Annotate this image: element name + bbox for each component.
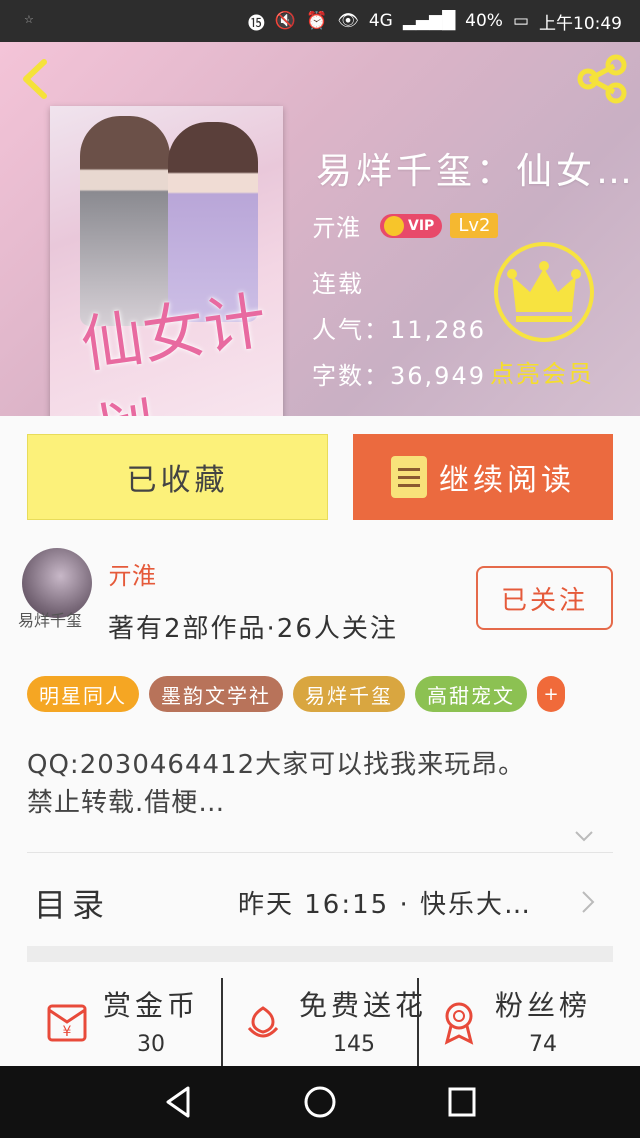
flower-icon — [247, 1006, 279, 1038]
tag-item[interactable]: 明星同人 — [27, 676, 139, 712]
word-count-label: 字数： — [312, 362, 390, 390]
stats-bar: ¥ 赏金币 30 免费送花 145 粉丝榜 74 — [27, 978, 613, 1066]
stat-label: 免费送花 — [299, 989, 428, 1022]
vip-promo-label[interactable]: 点亮会员 — [490, 354, 594, 389]
author-name[interactable]: 亓淮 — [312, 208, 360, 243]
toc-label: 目录 — [34, 886, 111, 924]
vip-promo-button[interactable] — [494, 242, 594, 342]
tag-item[interactable]: 易烊千玺 — [293, 676, 405, 712]
medal-icon — [444, 1002, 474, 1045]
serial-status: 连载 — [312, 270, 364, 298]
word-count-line: 字数：36,949 — [312, 356, 486, 391]
free-flower-stat[interactable]: 免费送花 145 — [221, 978, 423, 1066]
status-bar: ☆ ⓯ 🔇 ⏰ 👁 4G ▂▄▆█ 40% ▭ 上午10:49 — [0, 0, 640, 42]
alarm-icon: ⏰ — [306, 11, 328, 31]
collected-button[interactable]: 已收藏 — [27, 434, 328, 520]
vip-badge: VIP — [380, 213, 443, 238]
more-tags-button[interactable]: + — [537, 676, 565, 712]
description-line: 禁止转载.借梗… — [27, 788, 226, 818]
word-count-value: 36,949 — [390, 362, 486, 390]
chevron-down-icon[interactable] — [574, 826, 594, 846]
continue-reading-button[interactable]: 继续阅读 — [353, 434, 613, 520]
stat-label: 粉丝榜 — [495, 989, 592, 1022]
book-description[interactable]: QQ:2030464412大家可以找我来玩昂。 禁止转载.借梗… — [27, 746, 607, 822]
author-card-stats: 著有2部作品·26人关注 — [108, 614, 398, 644]
vip-label: VIP — [408, 217, 435, 234]
fan-ranking-stat[interactable]: 粉丝榜 74 — [417, 978, 613, 1066]
author-card-name[interactable]: 亓淮 — [108, 556, 156, 591]
stat-label: 赏金币 — [103, 989, 200, 1022]
level-badge: Lv2 — [450, 213, 499, 238]
book-title: 易烊千玺：仙女… — [316, 151, 636, 192]
nav-home-icon[interactable] — [300, 1084, 340, 1120]
popularity-value: 11,286 — [390, 316, 486, 344]
mute-icon: 🔇 — [274, 11, 297, 31]
coin-envelope-icon: ¥ — [47, 1004, 87, 1042]
signal-icon: ▂▄▆█ — [402, 11, 456, 31]
data-saver-icon: ⓯ — [247, 13, 265, 34]
system-nav-bar — [0, 1066, 640, 1138]
book-cover[interactable]: 仙女计划 — [50, 106, 283, 416]
author-row: 亓淮 VIP Lv2 — [312, 208, 499, 243]
notification-icon: ☆ — [24, 13, 34, 26]
popularity-line: 人气：11,286 — [312, 310, 486, 345]
crown-icon — [507, 261, 581, 322]
stat-value: 30 — [137, 1032, 165, 1057]
svg-text:¥: ¥ — [63, 1024, 72, 1040]
tag-item[interactable]: 墨韵文学社 — [149, 676, 283, 712]
battery-percent: 40% — [465, 11, 503, 31]
back-arrow-icon[interactable] — [14, 54, 58, 104]
section-separator — [27, 946, 613, 962]
eye-comfort-icon: 👁 — [337, 11, 359, 31]
latest-chapter: 昨天 16:15 · 快乐大… — [238, 890, 532, 920]
divider — [27, 852, 613, 853]
avatar[interactable] — [22, 548, 92, 618]
nav-recents-icon[interactable] — [442, 1084, 482, 1120]
share-icon[interactable] — [576, 54, 628, 104]
network-label: 4G — [368, 11, 393, 31]
clock: 上午10:49 — [539, 13, 622, 34]
stat-value: 145 — [333, 1032, 375, 1057]
book-detail-panel: 已收藏 继续阅读 易烊千玺 亓淮 著有2部作品·26人关注 已关注 明星同人 墨… — [0, 416, 640, 1066]
crown-icon — [384, 215, 404, 236]
reward-coins-stat[interactable]: ¥ 赏金币 30 — [27, 978, 221, 1066]
table-of-contents-row[interactable]: 目录 昨天 16:15 · 快乐大… — [0, 856, 640, 946]
avatar-caption: 易烊千玺 — [18, 611, 83, 630]
cover-title-art: 仙女计划 — [76, 283, 271, 416]
book-icon — [391, 456, 427, 498]
tag-list: 明星同人 墨韵文学社 易烊千玺 高甜宠文 + — [27, 676, 565, 712]
battery-icon: ▭ — [512, 11, 529, 31]
continue-reading-label: 继续阅读 — [439, 463, 575, 498]
nav-back-icon[interactable] — [160, 1084, 200, 1120]
popularity-label: 人气： — [312, 316, 390, 344]
tag-item[interactable]: 高甜宠文 — [415, 676, 527, 712]
description-line: QQ:2030464412大家可以找我来玩昂。 — [27, 750, 526, 780]
chevron-right-icon — [582, 891, 595, 913]
follow-button[interactable]: 已关注 — [476, 566, 613, 630]
book-header: 仙女计划 易烊千玺：仙女… 亓淮 VIP Lv2 连载 人气：11,286 字数… — [0, 42, 640, 416]
stat-value: 74 — [529, 1032, 557, 1057]
